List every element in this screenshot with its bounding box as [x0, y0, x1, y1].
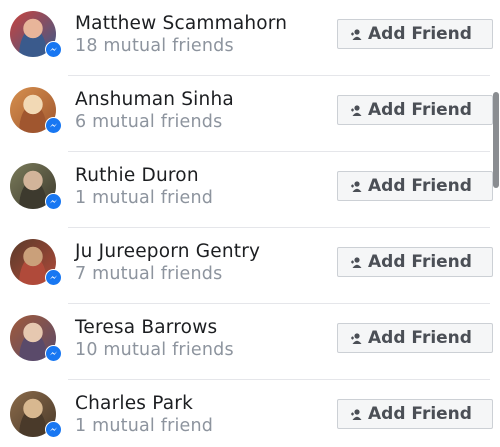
person-name[interactable]: Ruthie Duron [75, 165, 199, 186]
messenger-badge-icon [45, 193, 62, 210]
add-friend-label: Add Friend [368, 404, 472, 424]
add-friend-button[interactable]: Add Friend [337, 19, 493, 49]
add-friend-button[interactable]: Add Friend [337, 171, 493, 201]
add-person-icon [348, 255, 364, 269]
mutual-friends-count[interactable]: 1 mutual friend [75, 416, 213, 436]
list-item: Teresa Barrows 10 mutual friends Add Fri… [0, 304, 493, 380]
mutual-friends-count[interactable]: 6 mutual friends [75, 112, 222, 132]
list-item: Anshuman Sinha 6 mutual friends Add Frie… [0, 76, 493, 152]
person-name[interactable]: Ju Jureeporn Gentry [75, 241, 260, 262]
add-friend-button[interactable]: Add Friend [337, 399, 493, 429]
add-person-icon [348, 407, 364, 421]
messenger-badge-icon [45, 345, 62, 362]
add-person-icon [348, 103, 364, 117]
mutual-friends-count[interactable]: 1 mutual friend [75, 188, 213, 208]
add-friend-button[interactable]: Add Friend [337, 95, 493, 125]
person-name[interactable]: Teresa Barrows [75, 317, 217, 338]
messenger-badge-icon [45, 269, 62, 286]
add-person-icon [348, 27, 364, 41]
add-friend-label: Add Friend [368, 252, 472, 272]
list-item: Matthew Scammahorn 18 mutual friends Add… [0, 0, 493, 76]
list-item: Ruthie Duron 1 mutual friend Add Friend [0, 152, 493, 228]
add-person-icon [348, 331, 364, 345]
scrollbar-thumb[interactable] [493, 92, 499, 188]
add-person-icon [348, 179, 364, 193]
add-friend-label: Add Friend [368, 100, 472, 120]
friend-suggestion-list: Matthew Scammahorn 18 mutual friends Add… [0, 0, 493, 447]
people-you-may-know-panel: Matthew Scammahorn 18 mutual friends Add… [0, 0, 500, 447]
add-friend-label: Add Friend [368, 328, 472, 348]
messenger-badge-icon [45, 41, 62, 58]
mutual-friends-count[interactable]: 18 mutual friends [75, 36, 234, 56]
mutual-friends-count[interactable]: 7 mutual friends [75, 264, 222, 284]
mutual-friends-count[interactable]: 10 mutual friends [75, 340, 234, 360]
messenger-badge-icon [45, 421, 62, 438]
add-friend-button[interactable]: Add Friend [337, 247, 493, 277]
add-friend-button[interactable]: Add Friend [337, 323, 493, 353]
list-item: Ju Jureeporn Gentry 7 mutual friends Add… [0, 228, 493, 304]
list-item: Charles Park 1 mutual friend Add Friend [0, 380, 493, 447]
messenger-badge-icon [45, 117, 62, 134]
add-friend-label: Add Friend [368, 24, 472, 44]
add-friend-label: Add Friend [368, 176, 472, 196]
person-name[interactable]: Anshuman Sinha [75, 89, 234, 110]
person-name[interactable]: Charles Park [75, 393, 193, 414]
person-name[interactable]: Matthew Scammahorn [75, 13, 287, 34]
